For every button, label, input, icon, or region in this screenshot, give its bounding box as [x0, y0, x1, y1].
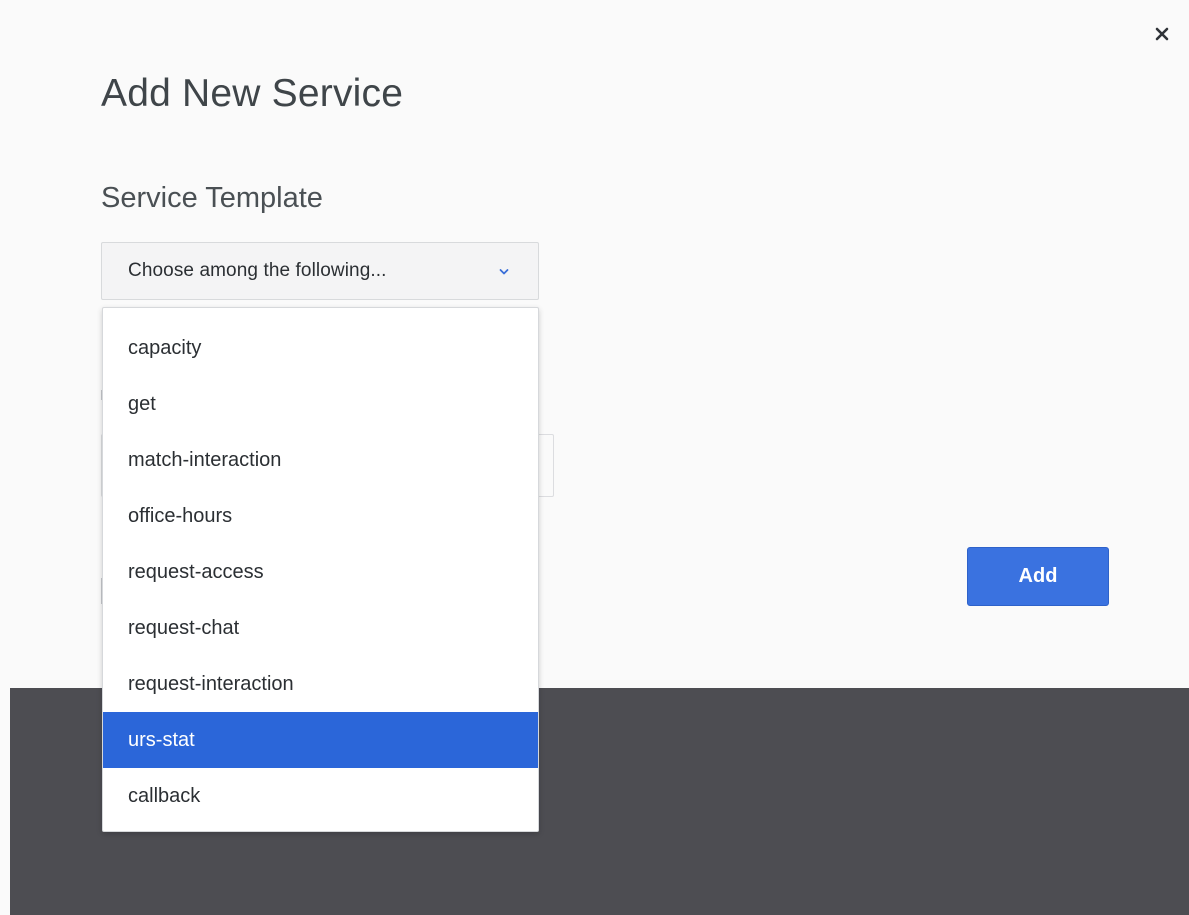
- add-button[interactable]: Add: [967, 547, 1109, 606]
- dropdown-option[interactable]: office-hours: [103, 488, 538, 544]
- dropdown-option[interactable]: capacity: [103, 320, 538, 376]
- dropdown-option[interactable]: get: [103, 376, 538, 432]
- close-icon: [1155, 27, 1169, 41]
- close-button[interactable]: [1150, 22, 1174, 46]
- page: Add New Service Service Template Choose …: [0, 0, 1189, 915]
- dropdown-option[interactable]: request-chat: [103, 600, 538, 656]
- dialog-title: Add New Service: [101, 72, 404, 115]
- dropdown-option[interactable]: callback: [103, 768, 538, 824]
- service-template-dropdown-list: capacity get match-interaction office-hours…: [102, 307, 539, 832]
- service-template-label: Service Template: [101, 182, 323, 214]
- dropdown-option[interactable]: urs-stat: [103, 712, 538, 768]
- dropdown-option[interactable]: match-interaction: [103, 432, 538, 488]
- select-placeholder: Choose among the following...: [128, 260, 387, 281]
- dropdown-option[interactable]: request-access: [103, 544, 538, 600]
- service-template-select[interactable]: Choose among the following...: [101, 242, 539, 300]
- chevron-down-icon: [499, 269, 509, 275]
- dropdown-option[interactable]: request-interaction: [103, 656, 538, 712]
